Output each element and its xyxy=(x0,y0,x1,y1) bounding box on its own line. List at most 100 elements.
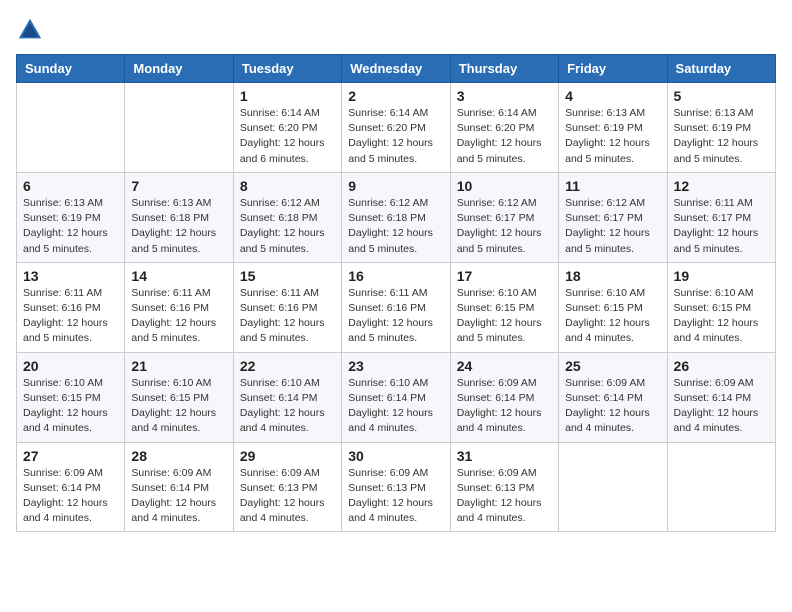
calendar-cell: 8 Sunrise: 6:12 AM Sunset: 6:18 PM Daylig… xyxy=(233,172,341,262)
page-header xyxy=(16,16,776,44)
calendar-cell: 18 Sunrise: 6:10 AM Sunset: 6:15 PM Dayli… xyxy=(559,262,667,352)
day-number: 10 xyxy=(457,178,552,194)
calendar-header-friday: Friday xyxy=(559,55,667,83)
day-info: Sunrise: 6:10 AM Sunset: 6:14 PM Dayligh… xyxy=(240,376,335,437)
day-info: Sunrise: 6:14 AM Sunset: 6:20 PM Dayligh… xyxy=(240,106,335,167)
day-info: Sunrise: 6:13 AM Sunset: 6:19 PM Dayligh… xyxy=(674,106,769,167)
day-number: 31 xyxy=(457,448,552,464)
day-info: Sunrise: 6:10 AM Sunset: 6:14 PM Dayligh… xyxy=(348,376,443,437)
day-number: 27 xyxy=(23,448,118,464)
day-number: 1 xyxy=(240,88,335,104)
day-info: Sunrise: 6:12 AM Sunset: 6:17 PM Dayligh… xyxy=(565,196,660,257)
day-number: 3 xyxy=(457,88,552,104)
day-info: Sunrise: 6:11 AM Sunset: 6:16 PM Dayligh… xyxy=(131,286,226,347)
calendar-cell xyxy=(17,83,125,173)
calendar-cell: 21 Sunrise: 6:10 AM Sunset: 6:15 PM Dayli… xyxy=(125,352,233,442)
day-number: 20 xyxy=(23,358,118,374)
calendar-week-2: 6Sunrise: 6:13 AM Sunset: 6:19 PM Daylig… xyxy=(17,172,776,262)
day-number: 24 xyxy=(457,358,552,374)
day-number: 29 xyxy=(240,448,335,464)
day-number: 28 xyxy=(131,448,226,464)
calendar-cell: 23 Sunrise: 6:10 AM Sunset: 6:14 PM Dayli… xyxy=(342,352,450,442)
day-number: 22 xyxy=(240,358,335,374)
day-info: Sunrise: 6:10 AM Sunset: 6:15 PM Dayligh… xyxy=(23,376,118,437)
day-number: 25 xyxy=(565,358,660,374)
calendar-cell: 6Sunrise: 6:13 AM Sunset: 6:19 PM Daylig… xyxy=(17,172,125,262)
calendar-cell: 5 Sunrise: 6:13 AM Sunset: 6:19 PM Daylig… xyxy=(667,83,775,173)
calendar-cell: 2 Sunrise: 6:14 AM Sunset: 6:20 PM Daylig… xyxy=(342,83,450,173)
day-info: Sunrise: 6:13 AM Sunset: 6:19 PM Dayligh… xyxy=(565,106,660,167)
calendar-cell xyxy=(559,442,667,532)
day-info: Sunrise: 6:12 AM Sunset: 6:18 PM Dayligh… xyxy=(240,196,335,257)
calendar-cell: 7 Sunrise: 6:13 AM Sunset: 6:18 PM Daylig… xyxy=(125,172,233,262)
day-number: 17 xyxy=(457,268,552,284)
calendar-header-row: SundayMondayTuesdayWednesdayThursdayFrid… xyxy=(17,55,776,83)
day-info: Sunrise: 6:12 AM Sunset: 6:17 PM Dayligh… xyxy=(457,196,552,257)
day-number: 2 xyxy=(348,88,443,104)
day-info: Sunrise: 6:09 AM Sunset: 6:13 PM Dayligh… xyxy=(348,466,443,527)
calendar-header-wednesday: Wednesday xyxy=(342,55,450,83)
day-number: 26 xyxy=(674,358,769,374)
day-number: 5 xyxy=(674,88,769,104)
day-number: 7 xyxy=(131,178,226,194)
logo-icon xyxy=(16,16,44,44)
day-info: Sunrise: 6:09 AM Sunset: 6:14 PM Dayligh… xyxy=(457,376,552,437)
day-info: Sunrise: 6:13 AM Sunset: 6:18 PM Dayligh… xyxy=(131,196,226,257)
day-info: Sunrise: 6:09 AM Sunset: 6:14 PM Dayligh… xyxy=(565,376,660,437)
day-number: 23 xyxy=(348,358,443,374)
logo xyxy=(16,16,48,44)
calendar-cell: 10 Sunrise: 6:12 AM Sunset: 6:17 PM Dayli… xyxy=(450,172,558,262)
day-number: 11 xyxy=(565,178,660,194)
calendar-cell: 29Sunrise: 6:09 AM Sunset: 6:13 PM Dayli… xyxy=(233,442,341,532)
day-number: 19 xyxy=(674,268,769,284)
calendar-cell: 25 Sunrise: 6:09 AM Sunset: 6:14 PM Dayli… xyxy=(559,352,667,442)
calendar-cell: 12 Sunrise: 6:11 AM Sunset: 6:17 PM Dayli… xyxy=(667,172,775,262)
day-info: Sunrise: 6:12 AM Sunset: 6:18 PM Dayligh… xyxy=(348,196,443,257)
day-number: 8 xyxy=(240,178,335,194)
calendar-cell: 13 Sunrise: 6:11 AM Sunset: 6:16 PM Dayli… xyxy=(17,262,125,352)
calendar-header-saturday: Saturday xyxy=(667,55,775,83)
calendar-cell: 20 Sunrise: 6:10 AM Sunset: 6:15 PM Dayli… xyxy=(17,352,125,442)
day-number: 21 xyxy=(131,358,226,374)
calendar-header-thursday: Thursday xyxy=(450,55,558,83)
calendar-cell: 27 Sunrise: 6:09 AM Sunset: 6:14 PM Dayli… xyxy=(17,442,125,532)
calendar-cell: 16Sunrise: 6:11 AM Sunset: 6:16 PM Dayli… xyxy=(342,262,450,352)
day-info: Sunrise: 6:10 AM Sunset: 6:15 PM Dayligh… xyxy=(565,286,660,347)
day-info: Sunrise: 6:14 AM Sunset: 6:20 PM Dayligh… xyxy=(457,106,552,167)
day-number: 18 xyxy=(565,268,660,284)
calendar-cell: 9 Sunrise: 6:12 AM Sunset: 6:18 PM Daylig… xyxy=(342,172,450,262)
day-info: Sunrise: 6:11 AM Sunset: 6:16 PM Dayligh… xyxy=(23,286,118,347)
calendar-header-tuesday: Tuesday xyxy=(233,55,341,83)
day-info: Sunrise: 6:09 AM Sunset: 6:14 PM Dayligh… xyxy=(23,466,118,527)
calendar-week-3: 13 Sunrise: 6:11 AM Sunset: 6:16 PM Dayli… xyxy=(17,262,776,352)
day-info: Sunrise: 6:10 AM Sunset: 6:15 PM Dayligh… xyxy=(674,286,769,347)
calendar-header-monday: Monday xyxy=(125,55,233,83)
calendar-cell: 26Sunrise: 6:09 AM Sunset: 6:14 PM Dayli… xyxy=(667,352,775,442)
day-info: Sunrise: 6:09 AM Sunset: 6:14 PM Dayligh… xyxy=(131,466,226,527)
day-info: Sunrise: 6:14 AM Sunset: 6:20 PM Dayligh… xyxy=(348,106,443,167)
calendar-cell: 14 Sunrise: 6:11 AM Sunset: 6:16 PM Dayli… xyxy=(125,262,233,352)
calendar-cell: 15Sunrise: 6:11 AM Sunset: 6:16 PM Dayli… xyxy=(233,262,341,352)
day-info: Sunrise: 6:11 AM Sunset: 6:17 PM Dayligh… xyxy=(674,196,769,257)
calendar-cell: 11 Sunrise: 6:12 AM Sunset: 6:17 PM Dayli… xyxy=(559,172,667,262)
calendar-cell: 17Sunrise: 6:10 AM Sunset: 6:15 PM Dayli… xyxy=(450,262,558,352)
calendar-week-1: 1 Sunrise: 6:14 AM Sunset: 6:20 PM Daylig… xyxy=(17,83,776,173)
calendar: SundayMondayTuesdayWednesdayThursdayFrid… xyxy=(16,54,776,532)
day-number: 4 xyxy=(565,88,660,104)
calendar-cell: 31Sunrise: 6:09 AM Sunset: 6:13 PM Dayli… xyxy=(450,442,558,532)
day-info: Sunrise: 6:13 AM Sunset: 6:19 PM Dayligh… xyxy=(23,196,118,257)
day-number: 14 xyxy=(131,268,226,284)
calendar-cell: 24 Sunrise: 6:09 AM Sunset: 6:14 PM Dayli… xyxy=(450,352,558,442)
day-number: 30 xyxy=(348,448,443,464)
day-info: Sunrise: 6:11 AM Sunset: 6:16 PM Dayligh… xyxy=(348,286,443,347)
day-number: 13 xyxy=(23,268,118,284)
calendar-cell: 4 Sunrise: 6:13 AM Sunset: 6:19 PM Daylig… xyxy=(559,83,667,173)
day-info: Sunrise: 6:10 AM Sunset: 6:15 PM Dayligh… xyxy=(131,376,226,437)
calendar-week-5: 27 Sunrise: 6:09 AM Sunset: 6:14 PM Dayli… xyxy=(17,442,776,532)
calendar-cell xyxy=(667,442,775,532)
day-number: 9 xyxy=(348,178,443,194)
day-number: 12 xyxy=(674,178,769,194)
day-info: Sunrise: 6:11 AM Sunset: 6:16 PM Dayligh… xyxy=(240,286,335,347)
calendar-cell xyxy=(125,83,233,173)
calendar-cell: 3 Sunrise: 6:14 AM Sunset: 6:20 PM Daylig… xyxy=(450,83,558,173)
